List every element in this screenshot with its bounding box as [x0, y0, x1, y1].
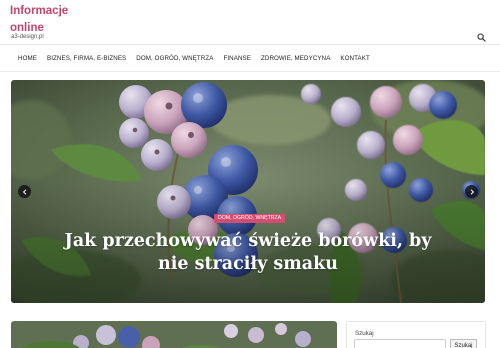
chevron-right-icon [470, 188, 474, 195]
slider-prev-button[interactable] [18, 185, 31, 198]
hero-category-badge[interactable]: DOM, OGRÓD, WNĘTRZA [214, 214, 286, 223]
sidebar-search-button[interactable]: Szukaj [450, 339, 477, 348]
nav-item-dom-ogrod[interactable]: DOM, OGRÓD, WNĘTRZA [136, 55, 213, 62]
site-tagline: a3-design.pl [11, 34, 44, 40]
nav-item-zdrowie[interactable]: ZDROWIE, MEDYCYNA [261, 55, 330, 62]
hero-slider: DOM, OGRÓD, WNĘTRZA Jak przechowywać świ… [11, 80, 485, 303]
nav-item-kontakt[interactable]: KONTAKT [340, 55, 369, 62]
sidebar-search-input[interactable] [354, 339, 446, 348]
search-icon [477, 33, 486, 42]
search-button[interactable] [477, 33, 486, 42]
slider-next-button[interactable] [465, 185, 478, 198]
nav-item-finanse[interactable]: FINANSE [223, 55, 251, 62]
post-thumbnail [11, 321, 337, 348]
main-nav: HOME BIZNES, FIRMA, E-BIZNES DOM, OGRÓD,… [10, 45, 380, 71]
sidebar-search-label: Szukaj [355, 330, 374, 337]
nav-divider-bottom [0, 71, 500, 72]
hero-title[interactable]: Jak przechowywać świeże borówki, by nie … [51, 230, 445, 276]
chevron-left-icon [22, 188, 26, 195]
post-card-image[interactable] [11, 321, 337, 348]
nav-item-biznes[interactable]: BIZNES, FIRMA, E-BIZNES [47, 55, 126, 62]
site-title[interactable]: Informacje online [10, 3, 90, 37]
nav-item-home[interactable]: HOME [18, 55, 37, 62]
